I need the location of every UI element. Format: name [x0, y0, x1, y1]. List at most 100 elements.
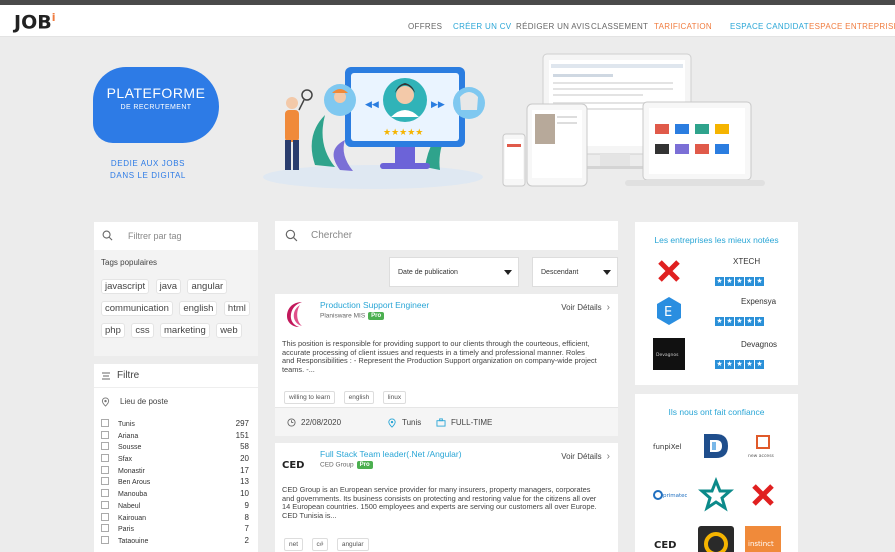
- ced-logo[interactable]: CED: [651, 526, 687, 552]
- tag-search[interactable]: Filtrer par tag: [94, 222, 258, 250]
- svg-text:★★★★★: ★★★★★: [383, 128, 423, 138]
- city-checkbox[interactable]: [101, 535, 109, 544]
- city-checkbox[interactable]: [101, 489, 109, 498]
- pro-badge: Pro: [368, 312, 385, 320]
- hero-illustration: ★★★★★ ◀◀ ▶▶: [263, 67, 485, 189]
- city-checkbox[interactable]: [101, 465, 109, 474]
- funpixel-logo[interactable]: funpiXel: [651, 428, 687, 464]
- city-item-tataouine[interactable]: Tataouine 2: [101, 535, 249, 547]
- job-card[interactable]: CED Full Stack Team leader(.Net /Angular…: [275, 443, 618, 552]
- city-name: Ariana: [118, 432, 139, 440]
- star-icon: ★: [715, 360, 724, 369]
- city-count: 151: [235, 430, 249, 440]
- skill-tag[interactable]: angular: [336, 538, 369, 551]
- tag-javascript[interactable]: javascript: [101, 279, 150, 294]
- city-item-paris[interactable]: Paris 7: [101, 523, 249, 535]
- tag-search-input[interactable]: Filtrer par tag: [128, 231, 182, 241]
- city-item-ariana[interactable]: Ariana 151: [101, 430, 249, 442]
- tag-web[interactable]: web: [216, 323, 242, 338]
- hero-subtitle: DE RECRUTEMENT: [120, 104, 192, 111]
- nav-offres[interactable]: OFFRES: [408, 22, 442, 31]
- instinct-logo[interactable]: instinct: [745, 526, 781, 552]
- city-count: 9: [244, 500, 249, 510]
- skill-tag[interactable]: willing to learn: [284, 391, 336, 404]
- top-companies-title: Les entreprises les mieux notées: [654, 235, 779, 245]
- view-details-label: Voir Détails: [561, 303, 602, 312]
- skill-tag[interactable]: linux: [382, 391, 407, 404]
- filter-icon: [102, 372, 110, 380]
- nav-espace-entreprise[interactable]: ESPACE ENTREPRISE: [809, 22, 895, 31]
- city-checkbox[interactable]: [101, 419, 109, 427]
- d-logo[interactable]: [698, 428, 734, 464]
- star-icon: ★: [735, 360, 744, 369]
- star-logo[interactable]: [698, 477, 734, 513]
- city-item-nabeul[interactable]: Nabeul 9: [101, 500, 249, 512]
- tag-java[interactable]: java: [155, 279, 182, 294]
- location-pin-icon: [101, 397, 110, 407]
- tag-angular[interactable]: angular: [187, 279, 228, 294]
- star-icon: ★: [725, 317, 734, 326]
- tag-php[interactable]: php: [101, 323, 125, 338]
- city-item-tunis[interactable]: Tunis 297: [101, 418, 249, 430]
- city-checkbox[interactable]: [101, 512, 109, 521]
- city-checkbox[interactable]: [101, 454, 109, 463]
- city-name: Monastir: [118, 467, 145, 475]
- skill-tag[interactable]: net: [284, 538, 304, 551]
- city-item-ben-arous[interactable]: Ben Arous 13: [101, 476, 249, 488]
- city-checkbox[interactable]: [101, 430, 109, 439]
- skill-tag[interactable]: c#: [311, 538, 329, 551]
- hero-badge: PLATEFORME DE RECRUTEMENT: [93, 67, 219, 143]
- city-name: Sousse: [118, 444, 142, 452]
- company-row-xtech[interactable]: XTECH ★ ★ ★ ★ ★: [653, 255, 783, 288]
- tag-css[interactable]: css: [131, 323, 154, 338]
- city-checkbox[interactable]: [101, 477, 109, 486]
- city-count: 17: [240, 465, 249, 475]
- new-access-logo-text: new access: [748, 454, 775, 459]
- city-checkbox[interactable]: [101, 442, 109, 451]
- nav-classement[interactable]: CLASSEMENT: [591, 22, 648, 31]
- job-title[interactable]: Full Stack Team leader(.Net /Angular): [320, 449, 462, 459]
- nav-tarification[interactable]: TARIFICATION: [654, 22, 712, 31]
- job-search-input[interactable]: Chercher: [311, 230, 352, 241]
- star-icon: ★: [755, 360, 764, 369]
- job-search[interactable]: Chercher: [275, 221, 618, 250]
- skill-tag[interactable]: english: [343, 391, 375, 404]
- tag-html[interactable]: html: [223, 301, 250, 316]
- trusted-by-panel: Ils nous ont fait confiance funpiXel new…: [635, 394, 798, 552]
- view-details-link[interactable]: Voir Détails ›: [561, 451, 610, 462]
- nav-creer-cv[interactable]: CRÉER UN CV: [453, 22, 511, 31]
- ring-logo[interactable]: [698, 526, 734, 552]
- filter-header: Filtre: [101, 370, 139, 381]
- new-access-logo[interactable]: new access: [745, 428, 781, 464]
- city-checkbox[interactable]: [101, 524, 109, 533]
- nav-espace-candidat[interactable]: ESPACE CANDIDAT: [730, 22, 809, 31]
- job-title[interactable]: Production Support Engineer: [320, 300, 429, 310]
- job-card[interactable]: Production Support Engineer Planisware M…: [275, 294, 618, 436]
- city-checkbox[interactable]: [101, 500, 109, 509]
- star-icon: ★: [715, 317, 724, 326]
- city-count: 10: [240, 489, 249, 499]
- rating-stars: ★ ★ ★ ★ ★: [715, 270, 765, 288]
- x-logo[interactable]: [745, 477, 781, 513]
- site-logo[interactable]: JOBi: [14, 11, 55, 33]
- company-name: Planisware MIS: [320, 312, 366, 320]
- chevron-right-icon: ›: [606, 302, 610, 313]
- city-item-sfax[interactable]: Sfax 20: [101, 453, 249, 465]
- primatec-logo[interactable]: primatec: [651, 477, 687, 513]
- search-icon: [102, 230, 113, 241]
- city-item-sousse[interactable]: Sousse 58: [101, 441, 249, 453]
- sort-by-select[interactable]: Date de publication: [389, 257, 519, 287]
- city-item-manouba[interactable]: Manouba 10: [101, 488, 249, 500]
- city-item-monastir[interactable]: Monastir 17: [101, 465, 249, 477]
- company-row-expensya[interactable]: E Expensya ★ ★ ★ ★ ★: [653, 295, 783, 328]
- tag-english[interactable]: english: [179, 301, 218, 316]
- tag-communication[interactable]: communication: [101, 301, 173, 316]
- sort-order-select[interactable]: Descendant: [532, 257, 618, 287]
- tag-marketing[interactable]: marketing: [160, 323, 210, 338]
- view-details-link[interactable]: Voir Détails ›: [561, 302, 610, 313]
- filter-title: Filtre: [117, 370, 140, 381]
- job-date-value: 22/08/2020: [301, 418, 342, 427]
- city-item-kairouan[interactable]: Kairouan 8: [101, 512, 249, 524]
- nav-rediger-avis[interactable]: RÉDIGER UN AVIS: [516, 22, 590, 31]
- company-row-devagnos[interactable]: Devagnos Devagnos ★ ★ ★ ★ ★: [653, 338, 783, 371]
